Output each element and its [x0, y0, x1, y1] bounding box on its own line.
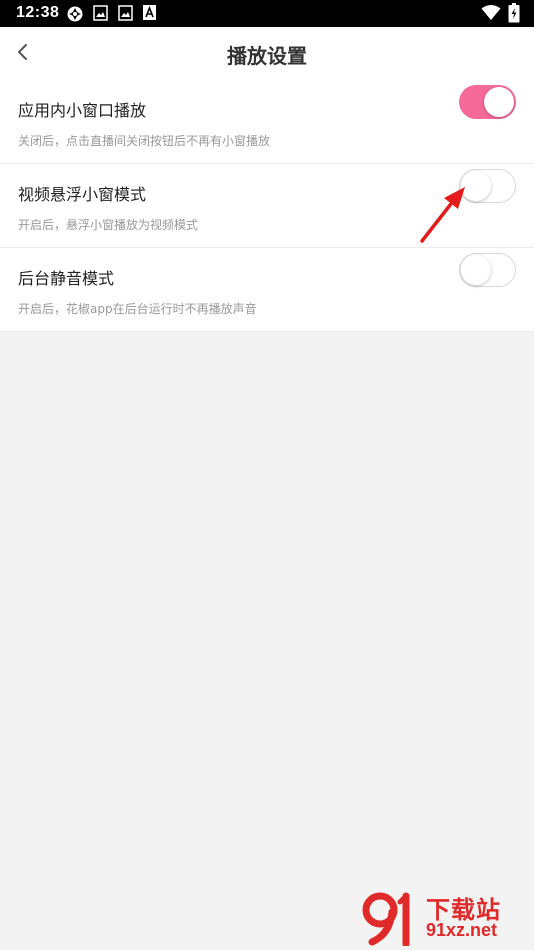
header: 播放设置 — [0, 27, 534, 80]
status-time: 12:38 — [16, 4, 60, 21]
toggle-knob — [461, 255, 491, 285]
a-icon — [143, 5, 156, 20]
setting-row-background-mute: 后台静音模式 开启后，花椒app在后台运行时不再播放声音 — [0, 248, 534, 332]
wifi-icon — [481, 5, 501, 20]
in-app-mini-window-toggle[interactable] — [459, 85, 516, 119]
setting-description: 关闭后，点击直播间关闭按钮后不再有小窗播放 — [18, 134, 271, 148]
setting-row-in-app-mini-window: 应用内小窗口播放 关闭后，点击直播间关闭按钮后不再有小窗播放 — [0, 80, 534, 164]
battery-charging-icon — [508, 3, 520, 23]
annotation-arrow-icon — [420, 187, 465, 243]
watermark: 下载站 91xz.net — [360, 888, 530, 948]
toggle-knob — [484, 87, 514, 117]
background-mute-toggle[interactable] — [459, 253, 516, 287]
watermark-logo-icon — [362, 892, 410, 946]
sync-icon — [67, 6, 83, 22]
setting-title: 应用内小窗口播放 — [18, 101, 147, 120]
status-bar: 12:38 — [0, 0, 534, 27]
setting-title: 后台静音模式 — [18, 269, 115, 288]
setting-description: 开启后，悬浮小窗播放为视频模式 — [18, 218, 199, 232]
setting-title: 视频悬浮小窗模式 — [18, 185, 147, 204]
image-icon — [93, 5, 108, 21]
image-icon — [118, 5, 133, 21]
page-title: 播放设置 — [227, 44, 307, 68]
setting-description: 开启后，花椒app在后台运行时不再播放声音 — [18, 302, 257, 316]
watermark-url-text: 91xz.net — [426, 920, 498, 940]
